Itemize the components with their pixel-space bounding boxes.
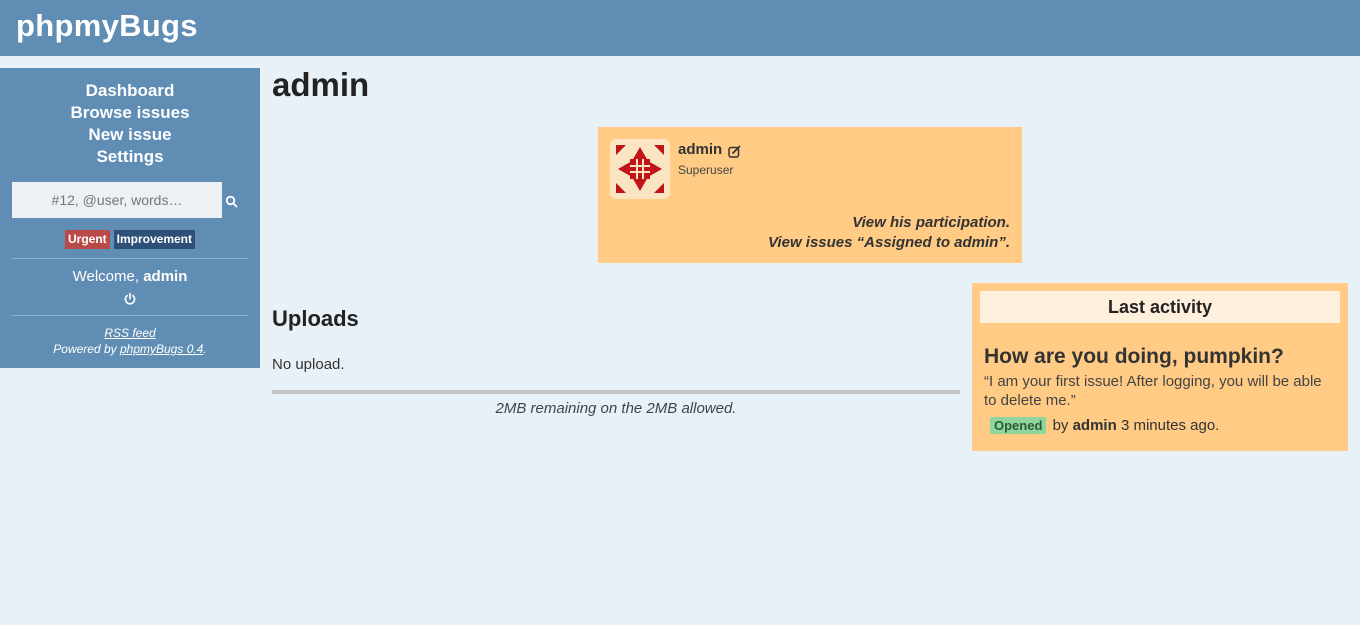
welcome-prefix: Welcome, [72, 268, 140, 285]
avatar [610, 139, 670, 199]
last-activity-heading: Last activity [980, 291, 1340, 323]
welcome-message: Welcome, admin [0, 268, 260, 285]
view-participation-link[interactable]: View his participation. [768, 213, 1010, 233]
user-card-links: View his participation. View issues “Ass… [768, 213, 1010, 253]
nav-browse-issues[interactable]: Browse issues [0, 102, 260, 124]
issue-quote: “I am your first issue! After logging, y… [984, 373, 1322, 409]
welcome-user[interactable]: admin [143, 268, 187, 285]
search-input[interactable] [12, 182, 222, 218]
nav-settings[interactable]: Settings [0, 146, 260, 168]
search-icon[interactable] [224, 194, 240, 210]
sidebar-footer: RSS feed Powered by phpmyBugs 0.4. [0, 325, 260, 357]
powered-suffix: . [203, 342, 207, 356]
user-name: admin [678, 141, 723, 158]
uploads-empty-message: No upload. [272, 356, 345, 373]
nav-new-issue[interactable]: New issue [0, 124, 260, 146]
divider [12, 315, 248, 316]
issue-author-link[interactable]: admin [1073, 417, 1117, 434]
sidebar: Dashboard Browse issues New issue Settin… [0, 68, 260, 368]
sidebar-nav: Dashboard Browse issues New issue Settin… [0, 80, 260, 168]
issue-time: 3 minutes ago. [1120, 417, 1220, 434]
view-assigned-issues-link[interactable]: View issues “Assigned to admin”. [768, 233, 1010, 253]
rss-feed-link[interactable]: RSS feed [104, 326, 155, 340]
page-title: admin [272, 66, 370, 103]
quota-bar [272, 390, 960, 394]
nav-dashboard[interactable]: Dashboard [0, 80, 260, 102]
divider [12, 258, 248, 259]
app-brand[interactable]: phpmyBugs [16, 8, 198, 44]
status-badge: Opened [990, 417, 1047, 434]
powered-link[interactable]: phpmyBugs 0.4 [120, 342, 203, 356]
powered-prefix: Powered by [53, 342, 117, 356]
issue-meta: Opened by admin 3 minutes ago. [990, 417, 1219, 434]
user-card: admin Superuser View his participation. … [598, 127, 1022, 263]
issue-title-link[interactable]: How are you doing, pumpkin? [984, 345, 1284, 369]
last-activity-panel: Last activity How are you doing, pumpkin… [972, 283, 1348, 451]
tag-improvement[interactable]: Improvement [113, 230, 196, 249]
by-prefix: by [1052, 417, 1069, 434]
edit-icon[interactable] [728, 145, 741, 158]
logout-power-icon[interactable] [123, 292, 137, 306]
user-role: Superuser [678, 163, 734, 177]
top-bar: phpmyBugs [0, 0, 1360, 56]
uploads-heading: Uploads [272, 306, 359, 331]
tag-list: Urgent Improvement [0, 230, 260, 249]
tag-urgent[interactable]: Urgent [64, 230, 110, 249]
quota-text: 2MB remaining on the 2MB allowed. [495, 400, 737, 417]
